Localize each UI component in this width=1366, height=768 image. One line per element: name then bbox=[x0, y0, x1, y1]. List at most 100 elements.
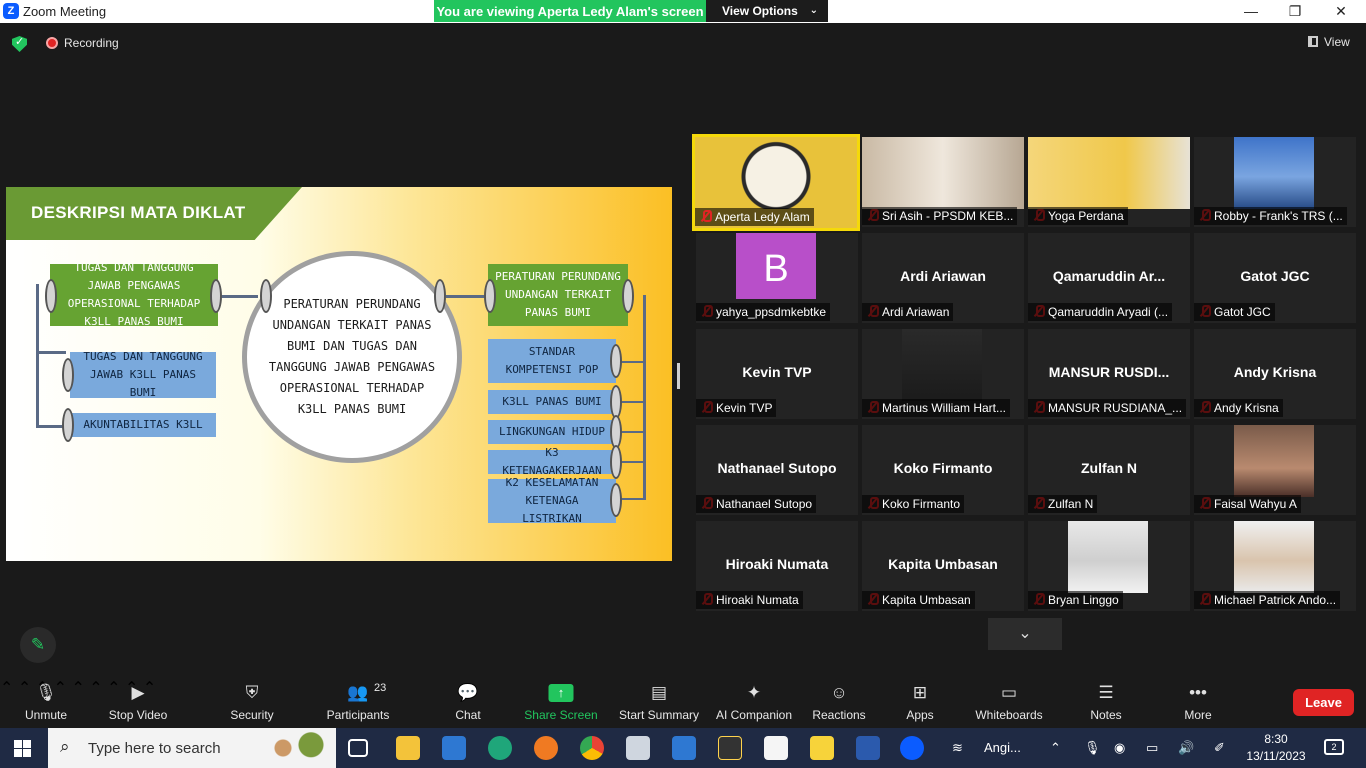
leave-button[interactable]: Leave bbox=[1293, 689, 1354, 716]
participant-tile[interactable]: Zulfan N Zulfan N bbox=[1028, 425, 1190, 515]
right-top-box: PERATURAN PERUNDANG UNDANGAN TERKAIT PAN… bbox=[488, 264, 628, 326]
maximize-button[interactable]: ❐ bbox=[1272, 0, 1318, 23]
weather-label[interactable]: Angi... bbox=[984, 740, 1021, 755]
connector-cylinder bbox=[610, 483, 622, 517]
annotate-pencil-icon[interactable]: ✎ bbox=[20, 627, 56, 663]
zoom-taskbar-icon[interactable] bbox=[900, 736, 924, 760]
printer-app-icon[interactable] bbox=[626, 736, 650, 760]
slide-heading: DESKRIPSI MATA DIKLAT bbox=[31, 203, 246, 222]
taskbar-search-box[interactable]: ⌕ Type here to search bbox=[48, 728, 336, 768]
participant-tile[interactable]: Robby - Frank's TRS (... bbox=[1194, 137, 1356, 227]
taskbar-clock[interactable]: 8:30 13/11/2023 bbox=[1244, 731, 1308, 765]
chevron-up-icon[interactable]: ⌃ bbox=[1050, 740, 1061, 756]
chat-button[interactable]: 💬 Chat bbox=[438, 678, 498, 728]
participant-name: Zulfan N bbox=[1028, 495, 1098, 513]
notifications-icon[interactable]: 2 bbox=[1324, 739, 1344, 755]
window-title: Zoom Meeting bbox=[23, 4, 107, 19]
close-button[interactable]: ✕ bbox=[1318, 0, 1364, 23]
participant-tile[interactable]: Bryan Linggo bbox=[1028, 521, 1190, 611]
notes-icon: ☰ bbox=[1098, 683, 1114, 702]
participant-tile[interactable]: Kapita Umbasan Kapita Umbasan bbox=[862, 521, 1024, 611]
viewing-banner-text: You are viewing Aperta Ledy Alam's scree… bbox=[436, 4, 704, 19]
view-options-button[interactable]: View Options ⌄ bbox=[706, 0, 828, 22]
center-circle: PERATURAN PERUNDANG UNDANGAN TERKAIT PAN… bbox=[242, 251, 462, 463]
apps-grid-icon: ⊞ bbox=[912, 683, 928, 702]
participant-display-name: MANSUR RUSDI... bbox=[1048, 364, 1170, 380]
participant-display-name: Kevin TVP bbox=[742, 364, 812, 380]
pen-icon[interactable]: ✐ bbox=[1214, 740, 1225, 756]
participants-button[interactable]: 👥 23 Participants bbox=[322, 678, 394, 728]
participant-name: Qamaruddin Aryadi (... bbox=[1028, 303, 1173, 321]
participant-tile[interactable]: Ardi Ariawan Ardi Ariawan bbox=[862, 233, 1024, 323]
expand-gallery-button[interactable]: ⌄ bbox=[988, 618, 1062, 650]
store-icon[interactable] bbox=[672, 736, 696, 760]
participant-display-name: Koko Firmanto bbox=[893, 460, 993, 476]
security-button[interactable]: ⛨ Security bbox=[222, 678, 282, 728]
participant-name: Hiroaki Numata bbox=[696, 591, 803, 609]
reactions-options-caret[interactable]: ⌃ bbox=[89, 680, 102, 697]
participant-tile[interactable]: Sri Asih - PPSDM KEB... bbox=[862, 137, 1024, 227]
microphone-tray-icon[interactable]: 🎙 bbox=[1084, 740, 1101, 756]
connector-cylinder bbox=[62, 408, 74, 442]
participant-name: Martinus William Hart... bbox=[862, 399, 1011, 417]
ai-companion-button[interactable]: ✦ AI Companion bbox=[714, 678, 794, 728]
battery-icon[interactable]: ▭ bbox=[1146, 740, 1158, 756]
start-summary-button[interactable]: ▤ Start Summary bbox=[618, 678, 700, 728]
minimize-button[interactable]: — bbox=[1228, 0, 1274, 23]
encryption-shield-icon[interactable] bbox=[12, 36, 27, 52]
participant-display-name: Kapita Umbasan bbox=[888, 556, 998, 572]
participant-name: Gatot JGC bbox=[1194, 303, 1275, 321]
participant-tile[interactable]: Hiroaki Numata Hiroaki Numata bbox=[696, 521, 858, 611]
whiteboards-button[interactable]: ▭ Whiteboards bbox=[972, 678, 1046, 728]
chrome-icon[interactable] bbox=[580, 736, 604, 760]
participant-tile[interactable]: Aperta Ledy Alam bbox=[692, 134, 860, 231]
notes-button[interactable]: ☰ Notes bbox=[1084, 678, 1128, 728]
speaker-icon[interactable]: 🔊 bbox=[1178, 740, 1194, 756]
panel-resize-handle[interactable] bbox=[677, 363, 680, 389]
right-item-1: STANDAR KOMPETENSI POP bbox=[488, 339, 616, 383]
participant-name: Ardi Ariawan bbox=[862, 303, 954, 321]
pin-icon bbox=[701, 210, 712, 222]
share-screen-icon: ↑ bbox=[548, 684, 574, 702]
word-icon[interactable] bbox=[856, 736, 880, 760]
document-icon[interactable] bbox=[764, 736, 788, 760]
file-explorer-icon[interactable] bbox=[396, 736, 420, 760]
stop-video-button[interactable]: ▶ Stop Video bbox=[104, 678, 172, 728]
participant-tile[interactable]: Martinus William Hart... bbox=[862, 329, 1024, 419]
connector-cylinder bbox=[210, 279, 222, 313]
reactions-button[interactable]: ☺ Reactions bbox=[810, 678, 868, 728]
participant-tile[interactable]: Nathanael Sutopo Nathanael Sutopo bbox=[696, 425, 858, 515]
audio-options-caret[interactable]: ⌃ bbox=[0, 680, 13, 697]
participant-name: Sri Asih - PPSDM KEB... bbox=[862, 207, 1018, 225]
firefox-icon[interactable] bbox=[534, 736, 558, 760]
participant-tile[interactable]: Kevin TVP Kevin TVP bbox=[696, 329, 858, 419]
participant-tile[interactable]: Faisal Wahyu A bbox=[1194, 425, 1356, 515]
camera-tray-icon[interactable]: ◉ bbox=[1114, 740, 1125, 756]
participant-tile[interactable]: Gatot JGC Gatot JGC bbox=[1194, 233, 1356, 323]
sticky-notes-icon[interactable] bbox=[810, 736, 834, 760]
edge-browser-icon[interactable] bbox=[488, 736, 512, 760]
connector-cylinder bbox=[62, 358, 74, 392]
participant-tile[interactable]: MANSUR RUSDI... MANSUR RUSDIANA_... bbox=[1028, 329, 1190, 419]
task-view-icon[interactable] bbox=[348, 739, 368, 757]
search-icon: ⌕ bbox=[60, 737, 70, 756]
participant-video bbox=[1234, 521, 1314, 593]
media-app-icon[interactable] bbox=[718, 736, 742, 760]
participant-tile[interactable]: Qamaruddin Ar... Qamaruddin Aryadi (... bbox=[1028, 233, 1190, 323]
participant-tile[interactable]: B yahya_ppsdmkebtke bbox=[696, 233, 858, 323]
participant-tile[interactable]: Koko Firmanto Koko Firmanto bbox=[862, 425, 1024, 515]
search-placeholder: Type here to search bbox=[88, 740, 221, 757]
participant-name: Koko Firmanto bbox=[862, 495, 965, 513]
participants-count: 23 bbox=[374, 682, 387, 694]
unmute-button[interactable]: 🎙 Unmute bbox=[14, 678, 78, 728]
share-screen-button[interactable]: ↑ Share Screen bbox=[524, 678, 598, 728]
more-button[interactable]: ••• More bbox=[1176, 678, 1220, 728]
participant-tile[interactable]: Michael Patrick Ando... bbox=[1194, 521, 1356, 611]
participant-tile[interactable]: Andy Krisna Andy Krisna bbox=[1194, 329, 1356, 419]
weather-wind-icon[interactable]: ≋ bbox=[952, 740, 963, 756]
windows-start-icon[interactable] bbox=[14, 740, 31, 757]
apps-button[interactable]: ⊞ Apps bbox=[898, 678, 942, 728]
view-button[interactable]: View bbox=[1308, 35, 1350, 49]
participant-tile[interactable]: Yoga Perdana bbox=[1028, 137, 1190, 227]
mail-icon[interactable] bbox=[442, 736, 466, 760]
